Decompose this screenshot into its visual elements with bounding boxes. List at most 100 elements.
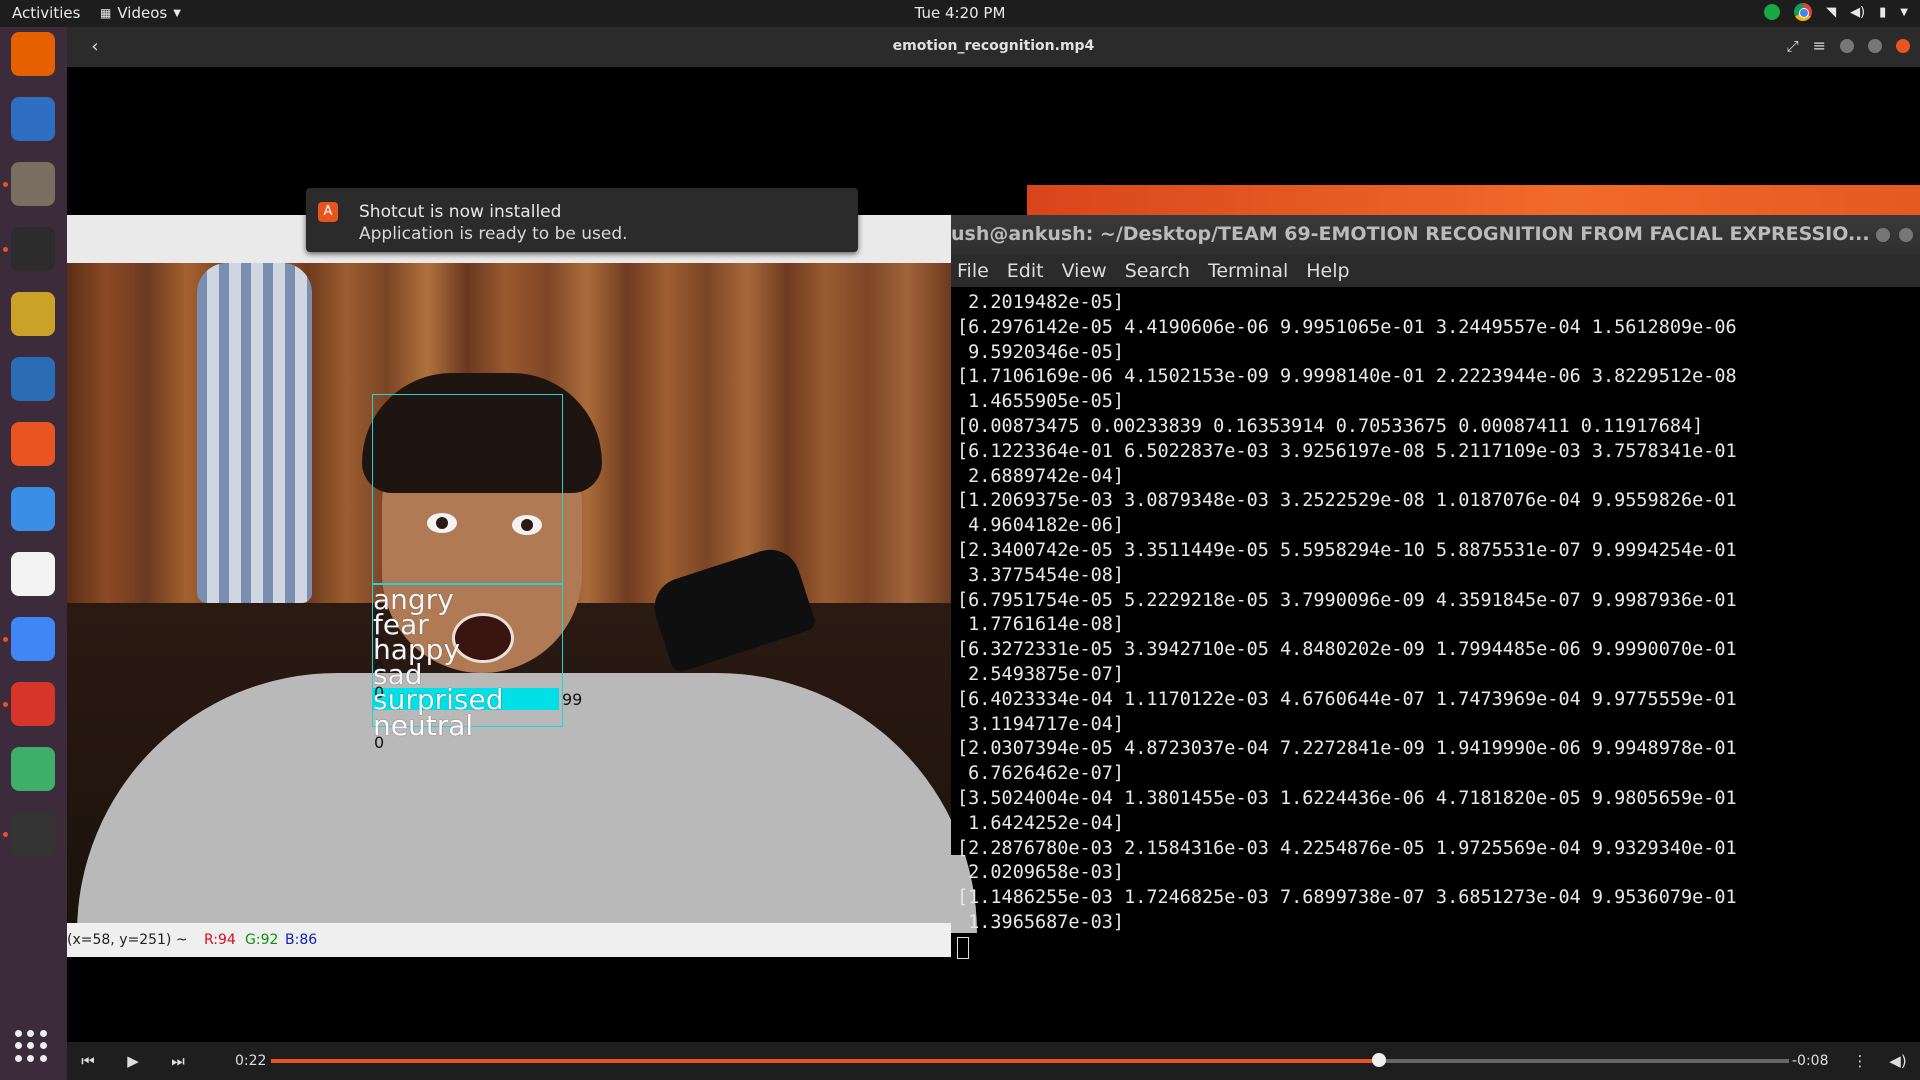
camera-window: angry 0 fear 0 happy 0 sad 0 surprised 9… xyxy=(67,215,977,957)
emotion-label-neutral: neutral xyxy=(373,709,474,742)
terminal-line: 3.1194717e-04] xyxy=(957,713,1125,735)
terminal-line: [6.4023334e-04 1.1170122e-03 4.6760644e-… xyxy=(957,688,1737,710)
skip-forward-icon[interactable]: ⏭ xyxy=(167,1050,189,1072)
status-indicator-icon[interactable] xyxy=(1764,4,1781,20)
menu-help[interactable]: Help xyxy=(1306,260,1349,282)
more-options-icon[interactable]: ⋮ xyxy=(1849,1050,1871,1072)
volume-icon[interactable]: ◀) xyxy=(1887,1050,1909,1072)
chrome-icon[interactable] xyxy=(11,617,55,661)
terminal-line: 9.5920346e-05] xyxy=(957,341,1125,363)
seek-bar-fill xyxy=(271,1059,1380,1063)
terminal-line: [6.2976142e-05 4.4190606e-06 9.9951065e-… xyxy=(957,316,1737,338)
chrome-tray-icon[interactable] xyxy=(1794,3,1813,21)
terminal-icon[interactable] xyxy=(11,227,55,271)
running-indicator xyxy=(3,182,8,187)
terminal-line: [6.3272331e-05 3.3942710e-05 4.8480202e-… xyxy=(957,639,1737,661)
pixel-red-value: R:94 xyxy=(204,932,236,948)
files-icon[interactable] xyxy=(11,162,55,206)
terminal-line: 1.3965687e-03] xyxy=(957,911,1125,933)
pdf-reader-icon[interactable] xyxy=(11,682,55,726)
camera-status-bar: (x=58, y=251) ~ R:94 G:92 B:86 xyxy=(67,923,951,957)
terminal-line: [2.2876780e-03 2.1584316e-03 4.2254876e-… xyxy=(957,837,1737,859)
firefox-icon[interactable] xyxy=(11,32,55,76)
software-center-icon[interactable] xyxy=(11,422,55,466)
terminal-titlebar: ush@ankush: ~/Desktop/TEAM 69-EMOTION RE… xyxy=(951,215,1920,255)
minimize-button[interactable] xyxy=(1840,38,1854,53)
terminal-line: 4.9604182e-06] xyxy=(957,515,1125,537)
terminal-line: 1.7761614e-08] xyxy=(957,614,1125,636)
menu-file[interactable]: File xyxy=(957,260,989,282)
wifi-icon[interactable]: ◥ xyxy=(1826,5,1836,20)
notification-popup[interactable]: A Shotcut is now installed Application i… xyxy=(306,188,858,252)
writer-icon[interactable] xyxy=(11,357,55,401)
terminal-line: [3.5024004e-04 1.3801455e-03 1.6224436e-… xyxy=(957,787,1737,809)
hamburger-menu-icon[interactable]: ≡ xyxy=(1813,36,1826,55)
seek-bar-handle[interactable] xyxy=(1372,1053,1387,1067)
notification-body: Application is ready to be used. xyxy=(359,224,628,244)
top-bar: Activities ▦ Videos ▼ Tue 4:20 PM ◥ ◀) ▮… xyxy=(0,0,1920,27)
help-icon[interactable] xyxy=(11,487,55,531)
clock[interactable]: Tue 4:20 PM xyxy=(0,4,1920,22)
menu-edit[interactable]: Edit xyxy=(1007,260,1044,282)
app-menu[interactable]: ▦ Videos ▼ xyxy=(100,4,181,22)
maximize-button[interactable] xyxy=(1899,228,1913,242)
menu-terminal[interactable]: Terminal xyxy=(1208,260,1288,282)
seek-bar[interactable] xyxy=(271,1053,1789,1067)
terminal-line: 1.4655905e-05] xyxy=(957,391,1125,413)
running-indicator xyxy=(3,702,8,707)
terminal-line: [0.00873475 0.00233839 0.16353914 0.7053… xyxy=(957,415,1704,437)
face-detection-box xyxy=(372,394,563,585)
activities-button[interactable]: Activities xyxy=(12,4,80,22)
terminal-output[interactable]: 2.2019482e-05] [6.2976142e-05 4.4190606e-… xyxy=(957,291,1917,961)
terminal-menubar: File Edit View Search Terminal Help xyxy=(951,255,1920,287)
terminal-line: 3.3775454e-08] xyxy=(957,564,1125,586)
chevron-down-icon: ▼ xyxy=(173,7,181,19)
maximize-button[interactable] xyxy=(1868,38,1882,53)
notification-title: Shotcut is now installed xyxy=(359,202,562,222)
pixel-green-value: G:92 xyxy=(245,932,279,948)
terminal-window[interactable]: ush@ankush: ~/Desktop/TEAM 69-EMOTION RE… xyxy=(951,215,1920,959)
pixel-coordinates: (x=58, y=251) ~ xyxy=(67,932,188,948)
fullscreen-icon[interactable]: ⤢ xyxy=(1787,37,1799,55)
chevron-down-icon[interactable]: ▼ xyxy=(1900,7,1908,18)
menu-search[interactable]: Search xyxy=(1125,260,1190,282)
menu-view[interactable]: View xyxy=(1062,260,1107,282)
terminal-title: ush@ankush: ~/Desktop/TEAM 69-EMOTION RE… xyxy=(951,223,1870,245)
videos-app-icon: ▦ xyxy=(100,6,112,20)
app-menu-label: Videos xyxy=(117,4,168,22)
terminal-line: 2.5493875e-07] xyxy=(957,663,1125,685)
play-icon[interactable]: ▶ xyxy=(122,1050,144,1072)
rhythmbox-icon[interactable] xyxy=(11,292,55,336)
terminal-line: [1.1486255e-03 1.7246825e-03 7.6899738e-… xyxy=(957,887,1737,909)
skip-back-icon[interactable]: ⏮ xyxy=(77,1050,99,1072)
terminal-line: [1.2069375e-03 3.0879348e-03 3.2522529e-… xyxy=(957,490,1737,512)
minimize-button[interactable] xyxy=(1876,228,1890,242)
videos-icon[interactable] xyxy=(11,812,55,856)
terminal-line: 2.0209658e-03] xyxy=(957,862,1125,884)
running-indicator xyxy=(3,637,8,642)
thunderbird-icon[interactable] xyxy=(11,97,55,141)
show-applications-icon[interactable] xyxy=(15,1030,48,1063)
terminal-line: [2.0307394e-05 4.8723037e-04 7.2272841e-… xyxy=(957,738,1737,760)
pixel-blue-value: B:86 xyxy=(285,932,318,948)
terminal-line: 1.6424252e-04] xyxy=(957,812,1125,834)
close-button[interactable] xyxy=(1896,38,1910,53)
playback-controls: ⏮ ▶ ⏭ 0:22 -0:08 ⋮ ◀) xyxy=(67,1042,1920,1080)
software-center-icon: A xyxy=(318,202,338,222)
camera-feed: angry 0 fear 0 happy 0 sad 0 surprised 9… xyxy=(67,263,977,933)
remaining-time: -0:08 xyxy=(1792,1053,1829,1069)
atom-icon[interactable] xyxy=(11,747,55,791)
elapsed-time: 0:22 xyxy=(235,1053,267,1069)
running-indicator xyxy=(3,247,8,252)
emotion-value-neutral: 0 xyxy=(374,733,385,752)
emotion-value-surprised: 99 xyxy=(562,690,583,709)
desktop-wallpaper-strip xyxy=(1027,185,1920,215)
amazon-icon[interactable] xyxy=(11,552,55,596)
video-frame[interactable]: angry 0 fear 0 happy 0 sad 0 surprised 9… xyxy=(67,67,1920,1042)
battery-icon[interactable]: ▮ xyxy=(1879,5,1886,20)
system-tray[interactable]: ◥ ◀) ▮ ▼ xyxy=(1764,3,1908,21)
launcher-dock xyxy=(0,27,67,1080)
volume-icon[interactable]: ◀) xyxy=(1850,5,1865,20)
terminal-line: 6.7626462e-07] xyxy=(957,763,1125,785)
running-indicator xyxy=(3,832,8,837)
